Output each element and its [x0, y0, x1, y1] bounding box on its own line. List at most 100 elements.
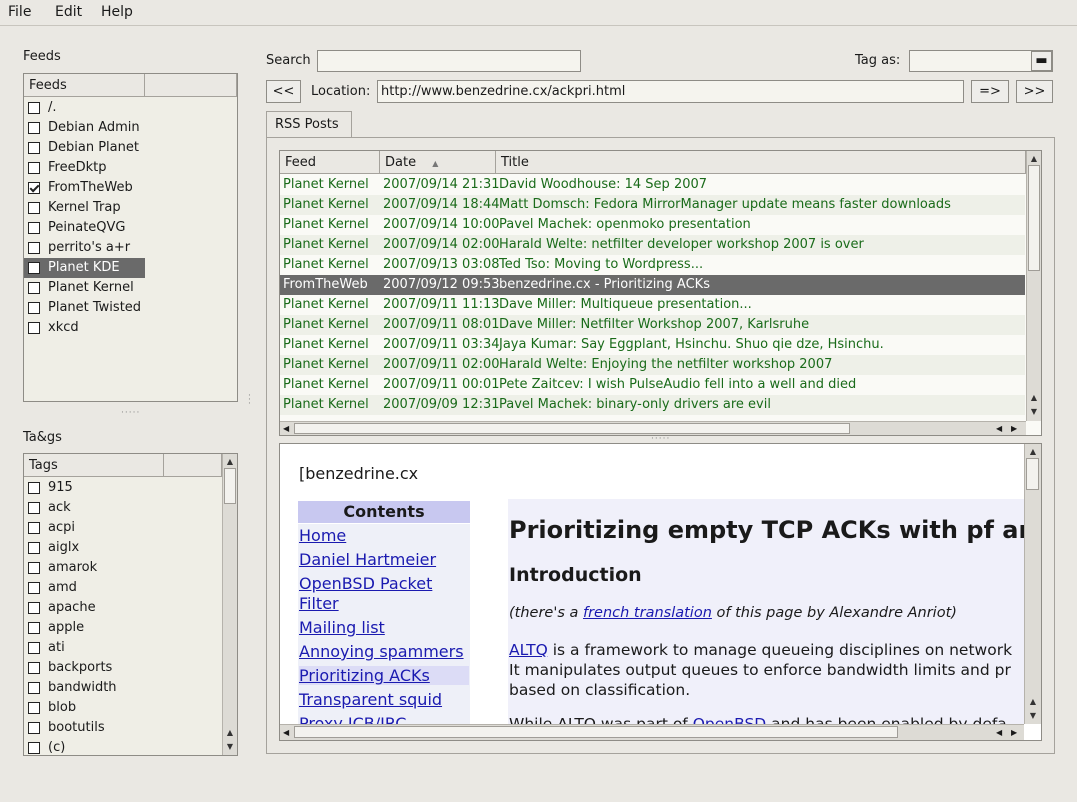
tag-item[interactable]: aiglx [24, 538, 222, 558]
web-hscroll-thumb[interactable] [294, 726, 898, 738]
tag-checkbox[interactable] [28, 742, 40, 754]
nav-link[interactable]: Transparent squid [299, 690, 469, 709]
web-vscroll-thumb[interactable] [1026, 458, 1039, 490]
tag-checkbox[interactable] [28, 562, 40, 574]
posts-column-title[interactable]: Title [496, 151, 1026, 174]
posts-column-feed[interactable]: Feed [280, 151, 380, 174]
feed-checkbox[interactable] [28, 202, 40, 214]
tag-item[interactable]: apache [24, 598, 222, 618]
tag-checkbox[interactable] [28, 642, 40, 654]
scroll-down-icon[interactable]: ▲ [1025, 695, 1041, 708]
post-row[interactable]: Planet Kernel 2007/09/13 03:08 Ted Tso: Mo… [280, 255, 1025, 275]
scroll-right-icon[interactable]: ▶ [1011, 726, 1017, 739]
scroll-up-icon[interactable]: ▲ [1027, 152, 1041, 165]
feed-checkbox[interactable] [28, 242, 40, 254]
feed-checkbox[interactable] [28, 122, 40, 134]
post-row[interactable]: Planet Kernel 2007/09/11 08:01 Dave Miller… [280, 315, 1025, 335]
tag-item[interactable]: ati [24, 638, 222, 658]
pane-grip-horizontal[interactable]: ····· [121, 408, 140, 418]
feed-item[interactable]: perrito's a+r [24, 238, 237, 258]
feed-item[interactable]: Debian Admin [24, 118, 237, 138]
tag-checkbox[interactable] [28, 542, 40, 554]
tag-item[interactable]: bootutils [24, 718, 222, 738]
tab-rss-posts[interactable]: RSS Posts [266, 111, 352, 138]
posts-column-date[interactable]: Date ▲ [380, 151, 496, 174]
feed-checkbox[interactable] [28, 142, 40, 154]
scroll-right-icon[interactable]: ▶ [1011, 422, 1017, 435]
web-hscrollbar[interactable]: ◀ ◀ ▶ [280, 724, 1024, 740]
tag-item[interactable]: apple [24, 618, 222, 638]
scroll-left-icon[interactable]: ◀ [996, 726, 1002, 739]
scroll-down-icon[interactable]: ▼ [1025, 709, 1041, 722]
feed-item[interactable]: Kernel Trap [24, 198, 237, 218]
nav-link[interactable]: Home [299, 526, 469, 545]
tag-checkbox[interactable] [28, 582, 40, 594]
openbsd-link[interactable]: OpenBSD [693, 715, 767, 724]
tag-checkbox[interactable] [28, 662, 40, 674]
feed-item[interactable]: Planet Twisted [24, 298, 237, 318]
tag-checkbox[interactable] [28, 682, 40, 694]
tag-item[interactable]: blob [24, 698, 222, 718]
web-view[interactable]: [benzedrine.cx Contents Home Daniel Hartm… [279, 443, 1042, 741]
post-row[interactable]: Planet Kernel 2007/09/14 10:00 Pavel Mache… [280, 215, 1025, 235]
posts-table[interactable]: Feed Date ▲ Title Planet Kernel 2007/09/1… [279, 150, 1042, 436]
nav-link[interactable]: Mailing list [299, 618, 469, 637]
feed-item[interactable]: FreeDktp [24, 158, 237, 178]
tag-item[interactable]: acpi [24, 518, 222, 538]
tag-item[interactable]: backports [24, 658, 222, 678]
post-row[interactable]: FromTheWeb 2007/09/12 09:53 benzedrine.cx … [280, 275, 1025, 295]
feed-checkbox[interactable] [28, 102, 40, 114]
forward-button[interactable]: >> [1016, 80, 1053, 103]
tag-checkbox[interactable] [28, 622, 40, 634]
web-vscrollbar[interactable]: ▲ ▲ ▼ [1024, 444, 1041, 724]
feed-item[interactable]: xkcd [24, 318, 237, 338]
tag-item[interactable]: (c) [24, 738, 222, 755]
pane-grip-vertical[interactable]: · · · [248, 392, 254, 409]
post-row[interactable]: Planet Kernel 2007/09/14 21:31 David Woodh… [280, 175, 1025, 195]
feed-checkbox[interactable] [28, 222, 40, 234]
posts-hscroll-thumb[interactable] [294, 423, 850, 434]
scroll-left-icon[interactable]: ◀ [283, 726, 289, 739]
posts-vscroll-thumb[interactable] [1028, 165, 1040, 271]
post-row[interactable]: Planet Kernel 2007/09/11 03:34 Jaya Kumar:… [280, 335, 1025, 355]
go-button[interactable]: => [971, 80, 1009, 103]
feed-checkbox[interactable] [28, 282, 40, 294]
posts-vscrollbar[interactable]: ▲ ▲ ▼ [1026, 151, 1041, 421]
location-input[interactable]: http://www.benzedrine.cx/ackpri.html [377, 80, 964, 103]
tags-scroll-thumb[interactable] [224, 468, 236, 504]
feed-checkbox[interactable] [28, 322, 40, 334]
menu-help[interactable]: Help [101, 4, 133, 20]
nav-link[interactable]: Annoying spammers [299, 642, 469, 661]
tags-column-header[interactable]: Tags [24, 454, 164, 477]
altq-link[interactable]: ALTQ [509, 641, 548, 659]
scroll-up-icon[interactable]: ▲ [223, 455, 237, 468]
tag-item[interactable]: amd [24, 578, 222, 598]
feed-checkbox[interactable] [28, 302, 40, 314]
scroll-left-icon[interactable]: ◀ [283, 422, 289, 435]
feeds-column-header-blank[interactable] [145, 74, 237, 97]
posts-hscrollbar[interactable]: ◀ ◀ ▶ [280, 421, 1026, 435]
search-input[interactable] [317, 50, 581, 72]
scroll-down-icon[interactable]: ▲ [1027, 391, 1041, 404]
tag-as-dropdown-icon[interactable]: ▬ [1031, 51, 1052, 71]
feed-checkbox[interactable] [28, 262, 40, 274]
french-translation-link[interactable]: french translation [583, 605, 712, 621]
tag-checkbox[interactable] [28, 522, 40, 534]
post-row[interactable]: Planet Kernel 2007/09/14 18:44 Matt Domsch… [280, 195, 1025, 215]
tag-item[interactable]: ack [24, 498, 222, 518]
tag-item[interactable]: 915 [24, 478, 222, 498]
tag-item[interactable]: amarok [24, 558, 222, 578]
tags-scrollbar[interactable]: ▲ ▲ ▼ [222, 454, 237, 755]
nav-link[interactable]: Filter [299, 594, 469, 613]
scroll-down-icon[interactable]: ▼ [1027, 405, 1041, 418]
nav-link[interactable]: Proxy ICB/IRC [299, 714, 469, 724]
tag-item[interactable]: bandwidth [24, 678, 222, 698]
scroll-down-icon[interactable]: ▲ [223, 726, 237, 739]
nav-link[interactable]: OpenBSD Packet [299, 574, 469, 593]
feed-item[interactable]: Planet Kernel [24, 278, 237, 298]
post-row[interactable]: Planet Kernel 2007/09/11 11:13 Dave Miller… [280, 295, 1025, 315]
scroll-up-icon[interactable]: ▲ [1025, 445, 1041, 458]
feed-checkbox[interactable] [28, 162, 40, 174]
tag-checkbox[interactable] [28, 602, 40, 614]
tag-checkbox[interactable] [28, 702, 40, 714]
